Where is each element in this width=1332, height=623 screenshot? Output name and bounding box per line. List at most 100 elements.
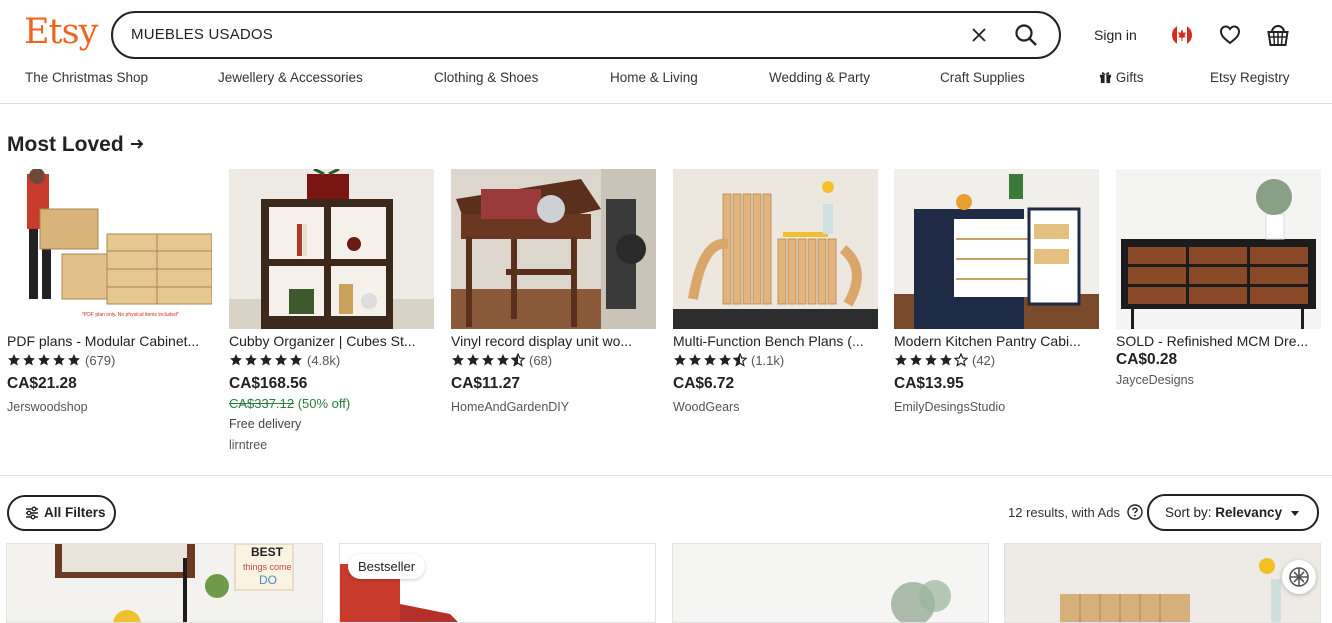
sign-in-link[interactable]: Sign in <box>1094 27 1137 43</box>
most-loved-title: Most Loved <box>7 133 124 156</box>
svg-text:things come: things come <box>243 562 292 572</box>
result-card[interactable] <box>672 543 989 623</box>
section-divider <box>0 475 1332 476</box>
listing-price: CA$21.28 <box>7 375 77 392</box>
review-count: (1.1k) <box>751 352 785 368</box>
etsy-logo[interactable]: Etsy <box>24 12 98 52</box>
star-icon <box>230 354 242 366</box>
star-icon <box>925 354 937 366</box>
star-icon <box>8 354 20 366</box>
star-icon <box>704 354 716 366</box>
chat-assistant-icon[interactable] <box>1282 560 1316 594</box>
nav-gifts-label: Gifts <box>1115 70 1144 85</box>
result-card[interactable]: Bestseller <box>339 543 656 623</box>
search-icon[interactable] <box>1013 22 1039 48</box>
listing-price: CA$0.28 <box>1116 351 1178 368</box>
listing-title[interactable]: PDF plans - Modular Cabinet... <box>7 333 212 349</box>
svg-text:*PDF plan only. No physical it: *PDF plan only. No physical items includ… <box>82 312 179 318</box>
help-icon[interactable] <box>1127 504 1143 520</box>
star-icon <box>910 354 922 366</box>
review-count: (679) <box>85 352 116 368</box>
nav-item-craft-supplies[interactable]: Craft Supplies <box>940 70 1025 85</box>
close-icon[interactable] <box>968 24 990 46</box>
canada-flag-icon[interactable] <box>1171 24 1193 46</box>
star-rating: (4.8k) <box>229 351 434 369</box>
star-rating: (679) <box>7 351 212 369</box>
listing-title[interactable]: Vinyl record display unit wo... <box>451 333 656 349</box>
listing-card[interactable]: *PDF plan only. No physical items includ… <box>7 169 212 414</box>
cart-icon[interactable] <box>1266 22 1290 48</box>
star-icon <box>497 354 509 366</box>
star-icon <box>940 354 952 366</box>
shop-name[interactable]: JayceDesigns <box>1116 373 1321 387</box>
nav-item-gifts[interactable]: Gifts <box>1099 70 1144 85</box>
svg-text:BEST: BEST <box>251 545 284 559</box>
gift-icon <box>1099 72 1112 84</box>
heart-icon[interactable] <box>1218 23 1242 47</box>
shop-name[interactable]: Jerswoodshop <box>7 400 212 414</box>
listing-title[interactable]: Cubby Organizer | Cubes St... <box>229 333 434 349</box>
nav-item-christmas-shop[interactable]: The Christmas Shop <box>25 70 148 85</box>
star-icon <box>275 354 287 366</box>
nav-item-jewellery[interactable]: Jewellery & Accessories <box>218 70 363 85</box>
listing-price: CA$13.95 <box>894 375 964 392</box>
star-icon <box>290 354 302 366</box>
listing-card[interactable]: SOLD - Refinished MCM Dre... CA$0.28 Jay… <box>1116 169 1321 387</box>
listing-image[interactable] <box>894 169 1099 329</box>
sort-dropdown[interactable]: Sort by: Relevancy <box>1147 494 1319 531</box>
listing-card[interactable]: Modern Kitchen Pantry Cabi... (42) CA$13… <box>894 169 1099 414</box>
listing-card[interactable]: Cubby Organizer | Cubes St... (4.8k) CA$… <box>229 169 434 452</box>
star-icon <box>53 354 65 366</box>
listing-image[interactable] <box>1116 169 1321 329</box>
result-card[interactable] <box>1004 543 1321 623</box>
listing-price: CA$168.56 <box>229 375 308 392</box>
star-icon <box>719 354 731 366</box>
bestseller-badge: Bestseller <box>348 554 426 579</box>
nav-item-clothing[interactable]: Clothing & Shoes <box>434 70 538 85</box>
listing-title[interactable]: Modern Kitchen Pantry Cabi... <box>894 333 1099 349</box>
shop-name[interactable]: EmilyDesingsStudio <box>894 400 1099 414</box>
nav-item-home-living[interactable]: Home & Living <box>610 70 698 85</box>
shop-name[interactable]: lirntree <box>229 438 434 452</box>
star-rating: (68) <box>451 351 656 369</box>
star-rating: (1.1k) <box>673 351 878 369</box>
star-rating: (42) <box>894 351 1099 369</box>
free-delivery-label: Free delivery <box>229 417 302 431</box>
star-icon <box>23 354 35 366</box>
listing-image[interactable]: *PDF plan only. No physical items includ… <box>7 169 212 329</box>
listing-image[interactable] <box>229 169 434 329</box>
star-icon <box>895 354 907 366</box>
listing-card[interactable]: Vinyl record display unit wo... (68) CA$… <box>451 169 656 414</box>
strikethrough-price: CA$337.12 <box>229 396 295 411</box>
results-count: 12 results, with Ads <box>1008 505 1120 520</box>
search-input[interactable]: MUEBLES USADOS <box>131 26 273 43</box>
sort-label: Sort by: Relevancy <box>1165 505 1282 520</box>
listing-image[interactable] <box>673 169 878 329</box>
site-header: Etsy MUEBLES USADOS Sign in The Christma… <box>0 0 1332 104</box>
all-filters-label: All Filters <box>44 505 106 520</box>
search-bar[interactable]: MUEBLES USADOS <box>111 11 1061 59</box>
star-empty-icon <box>954 353 968 367</box>
star-icon <box>38 354 50 366</box>
discount-label: (50% off) <box>297 396 351 411</box>
review-count: (68) <box>529 352 553 368</box>
most-loved-heading[interactable]: Most Loved <box>7 133 144 157</box>
listing-title[interactable]: Multi-Function Bench Plans (... <box>673 333 878 349</box>
result-card[interactable]: BEST things come DO <box>6 543 323 623</box>
star-icon <box>260 354 272 366</box>
star-icon <box>689 354 701 366</box>
shop-name[interactable]: HomeAndGardenDIY <box>451 400 656 414</box>
nav-item-wedding[interactable]: Wedding & Party <box>769 70 870 85</box>
shop-name[interactable]: WoodGears <box>673 400 878 414</box>
nav-item-registry[interactable]: Etsy Registry <box>1210 70 1290 85</box>
review-count: (4.8k) <box>307 352 341 368</box>
svg-text:DO: DO <box>259 573 277 587</box>
review-count: (42) <box>972 352 996 368</box>
all-filters-button[interactable]: All Filters <box>7 495 116 531</box>
listing-title[interactable]: SOLD - Refinished MCM Dre... <box>1116 333 1321 349</box>
listing-image[interactable] <box>451 169 656 329</box>
star-icon <box>482 354 494 366</box>
listing-card[interactable]: Multi-Function Bench Plans (... (1.1k) C… <box>673 169 878 414</box>
star-half-icon <box>511 353 525 367</box>
sort-value: Relevancy <box>1215 505 1283 520</box>
